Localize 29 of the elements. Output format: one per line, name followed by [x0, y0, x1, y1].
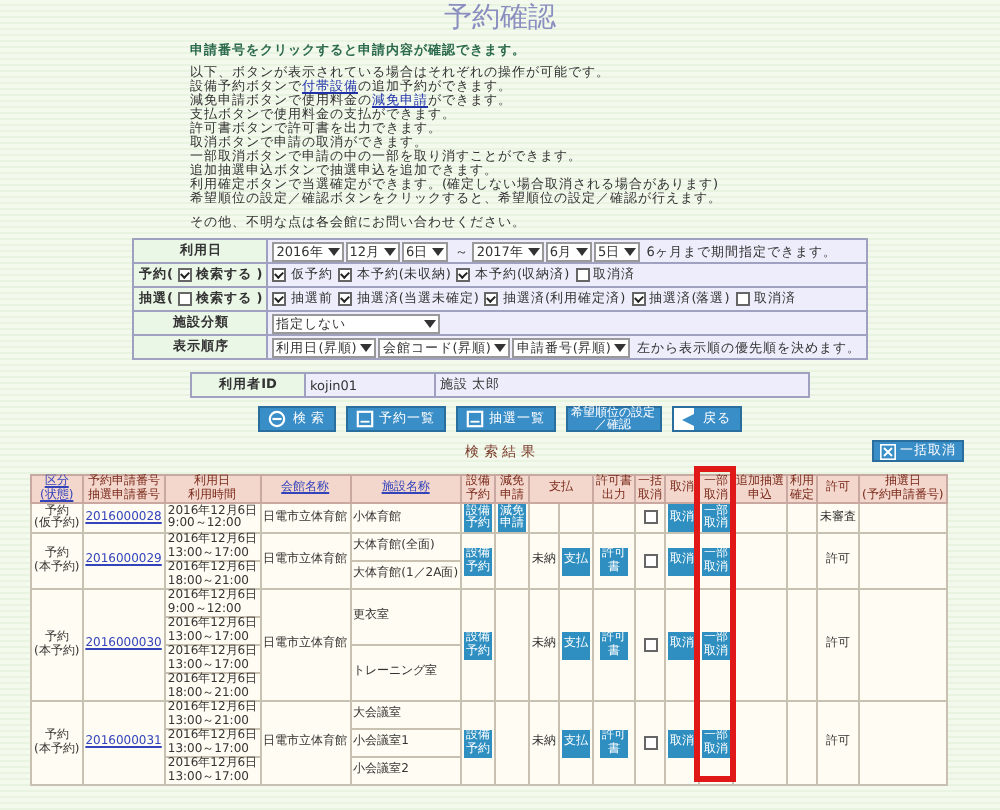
caret-icon: [576, 247, 589, 255]
checkbox[interactable]: [338, 267, 353, 282]
caret-icon: [384, 247, 397, 255]
caret-icon: [494, 343, 507, 351]
checkbox[interactable]: [456, 267, 471, 282]
caret-icon: [424, 319, 437, 327]
checkbox[interactable]: [272, 291, 287, 306]
checkbox[interactable]: [631, 291, 646, 306]
checkbox[interactable]: [177, 291, 192, 306]
checkbox[interactable]: [177, 267, 192, 282]
caret-icon: [624, 247, 637, 255]
checkbox[interactable]: [735, 291, 750, 306]
caret-icon: [327, 247, 340, 255]
caret-icon: [614, 343, 627, 351]
checkbox[interactable]: [484, 291, 499, 306]
checkbox[interactable]: [643, 510, 658, 525]
checkbox[interactable]: [643, 735, 658, 750]
checkbox[interactable]: [272, 267, 287, 282]
checkbox[interactable]: [643, 637, 658, 652]
close-icon: [880, 443, 896, 459]
minus-circle-icon: [268, 410, 287, 428]
page-title: 予約確認: [442, 2, 558, 36]
caret-icon: [527, 247, 540, 255]
checkbox[interactable]: [575, 267, 590, 282]
checkbox[interactable]: [338, 291, 353, 306]
caret-icon: [432, 247, 445, 255]
checkbox[interactable]: [643, 553, 658, 568]
caret-icon: [360, 343, 373, 351]
back-arrow-icon: [681, 409, 698, 429]
